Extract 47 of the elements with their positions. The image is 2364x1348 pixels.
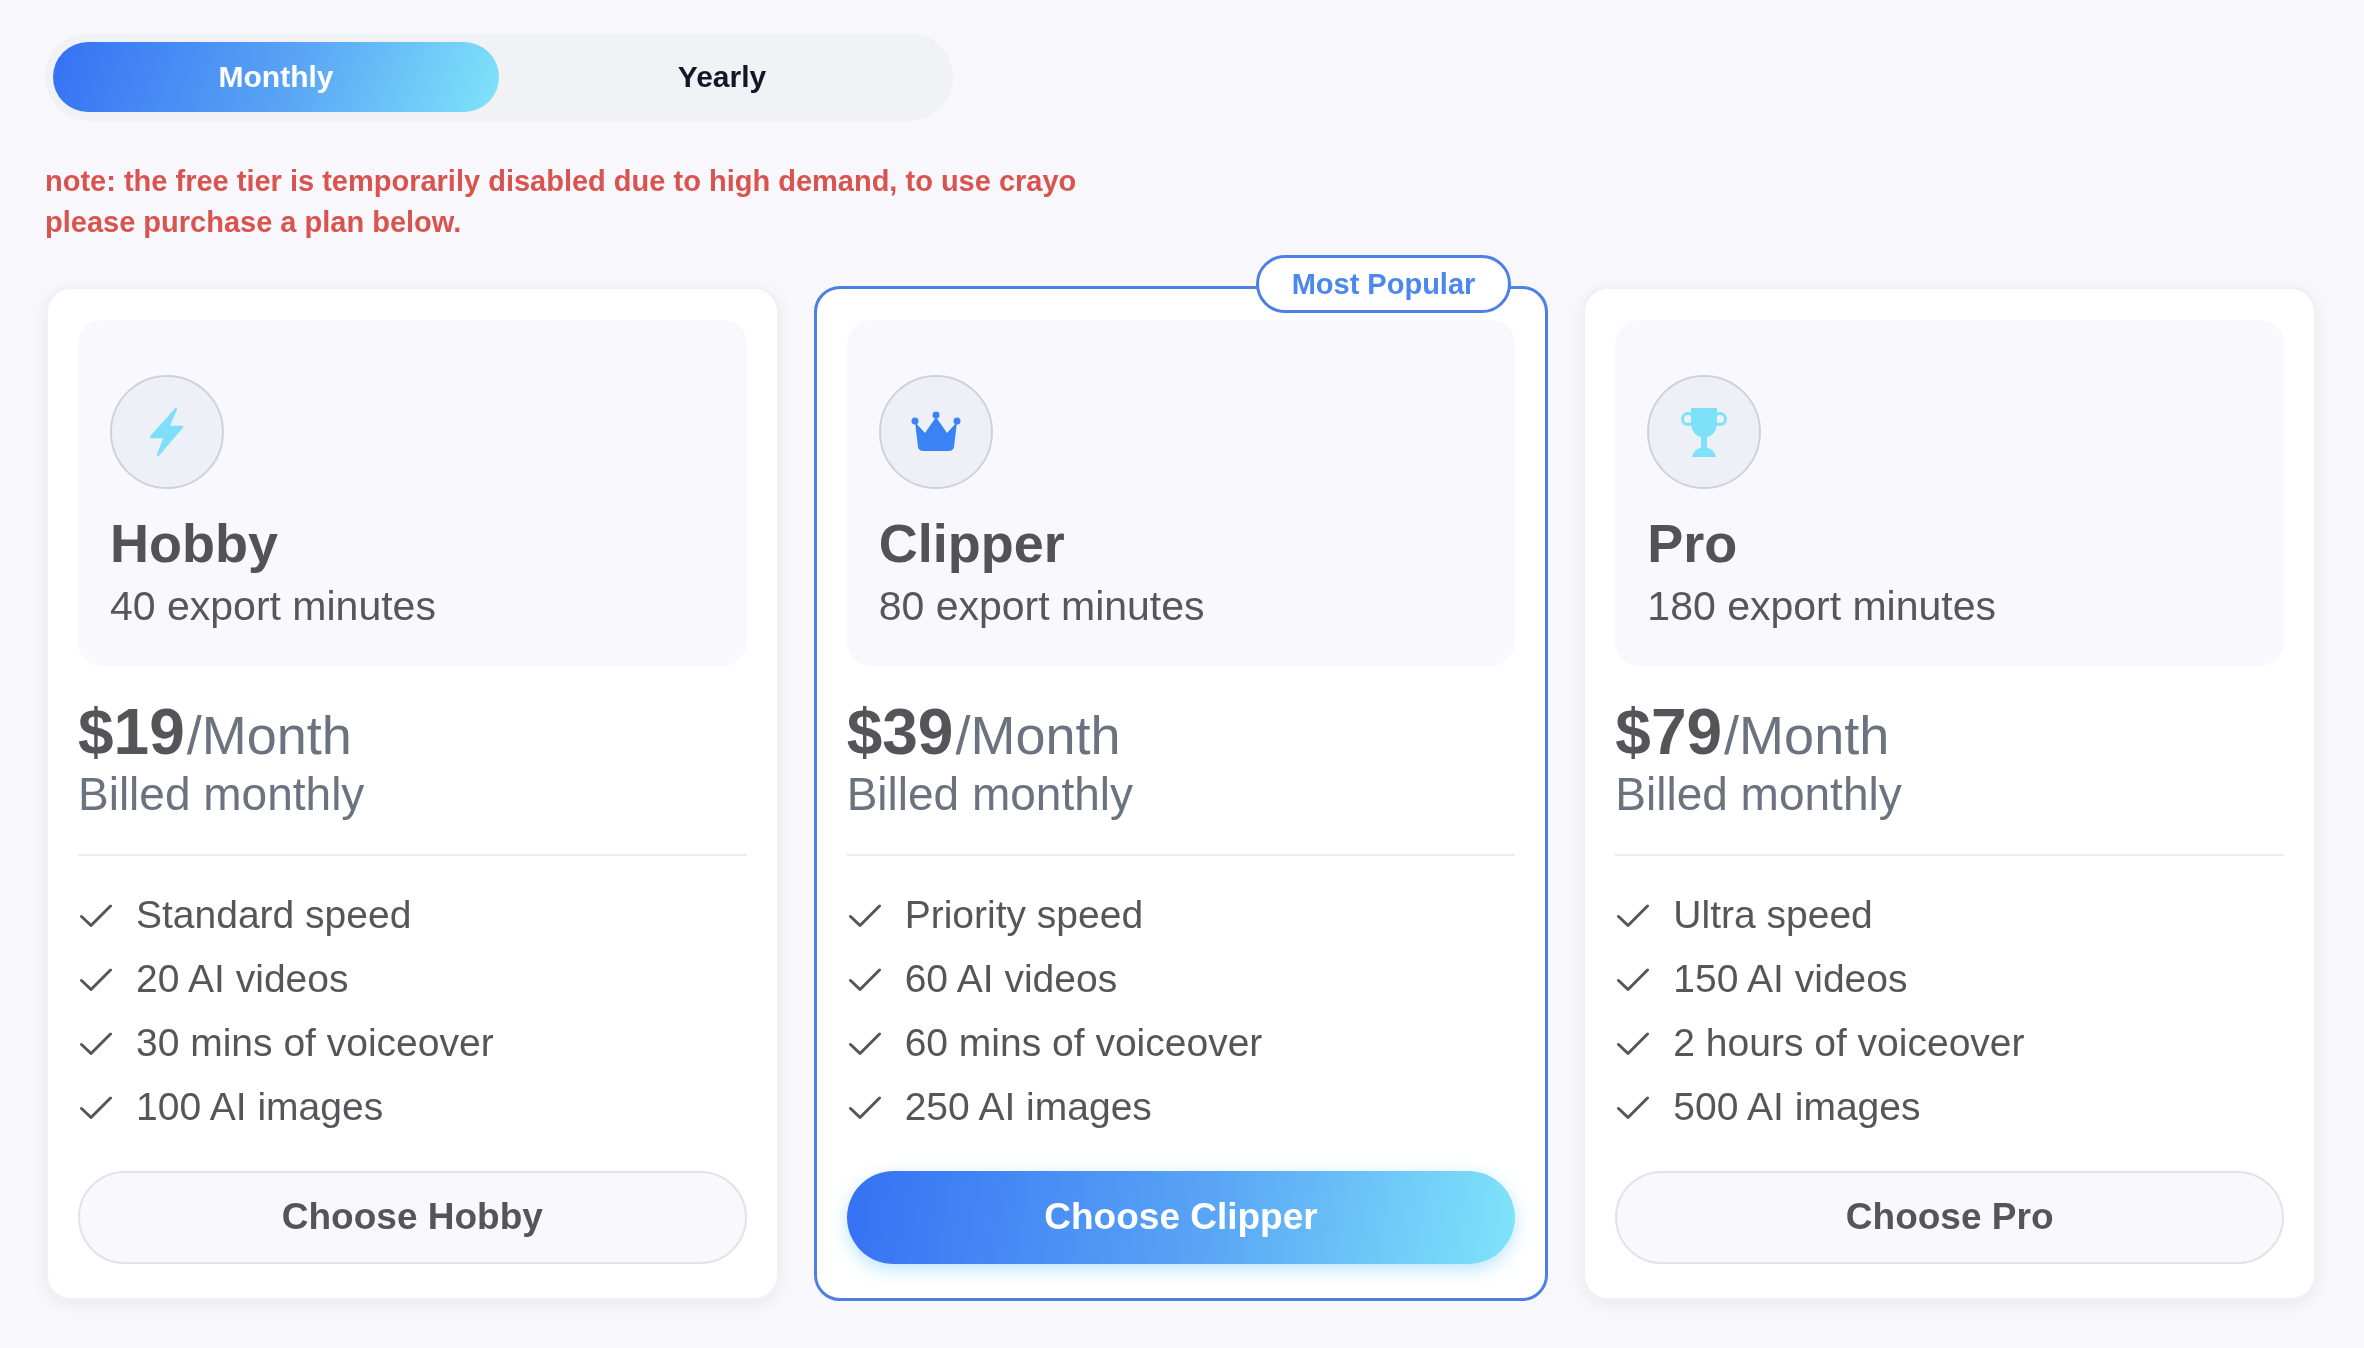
plan-price: $39	[846, 697, 954, 768]
plan-export-minutes: 80 export minutes	[878, 581, 1206, 631]
feature-text: 20 AI videos	[136, 956, 349, 1003]
check-icon	[848, 967, 881, 992]
feature-text: Ultra speed	[1673, 892, 1873, 939]
feature-text: 100 AI images	[136, 1084, 384, 1131]
check-icon	[1617, 1031, 1650, 1056]
check-icon	[1617, 1095, 1650, 1120]
billing-note: Billed monthly	[1615, 767, 1903, 823]
plan-name: Clipper	[878, 512, 1066, 575]
lightning-bolt-icon	[110, 375, 224, 489]
check-icon	[1617, 967, 1650, 992]
check-icon	[80, 1031, 112, 1056]
notice-text: note: the free tier is temporarily disabled due to high demand, to use crayo please purchase a plan below.	[45, 164, 1078, 240]
check-icon	[1617, 903, 1650, 928]
price-period: /Month	[186, 706, 352, 766]
choose-plan-button[interactable]: Choose Hobby	[78, 1170, 747, 1264]
trophy-icon	[1647, 375, 1762, 489]
price-period: /Month	[1724, 706, 1890, 766]
feature-text: 250 AI images	[904, 1084, 1152, 1131]
plan-name: Pro	[1647, 512, 1739, 575]
feature-text: 500 AI images	[1673, 1084, 1921, 1131]
plan-price: $19	[78, 697, 185, 768]
crown-icon	[878, 375, 993, 489]
feature-text: Priority speed	[904, 892, 1144, 939]
feature-text: 30 mins of voiceover	[136, 1020, 494, 1067]
price-period: /Month	[955, 706, 1121, 766]
feature-text: Standard speed	[136, 892, 412, 939]
check-icon	[848, 1031, 881, 1056]
feature-text: 60 AI videos	[904, 956, 1118, 1003]
feature-text: 60 mins of voiceover	[904, 1020, 1263, 1067]
popular-badge: Most Popular	[1255, 255, 1512, 313]
billing-period-tab[interactable]: Yearly	[499, 42, 945, 112]
plan-export-minutes: 40 export minutes	[110, 581, 437, 631]
plan-export-minutes: 180 export minutes	[1647, 581, 1998, 631]
plan-name: Hobby	[110, 512, 279, 575]
check-icon	[848, 903, 881, 928]
check-icon	[80, 1095, 112, 1120]
check-icon	[848, 1095, 881, 1120]
billing-note: Billed monthly	[78, 767, 366, 823]
billing-note: Billed monthly	[846, 767, 1134, 823]
check-icon	[80, 903, 112, 928]
feature-text: 150 AI videos	[1673, 956, 1908, 1003]
choose-plan-button[interactable]: Choose Pro	[1615, 1170, 2284, 1264]
feature-text: 2 hours of voiceover	[1673, 1020, 2025, 1067]
check-icon	[80, 967, 112, 992]
plan-price: $79	[1615, 697, 1723, 768]
